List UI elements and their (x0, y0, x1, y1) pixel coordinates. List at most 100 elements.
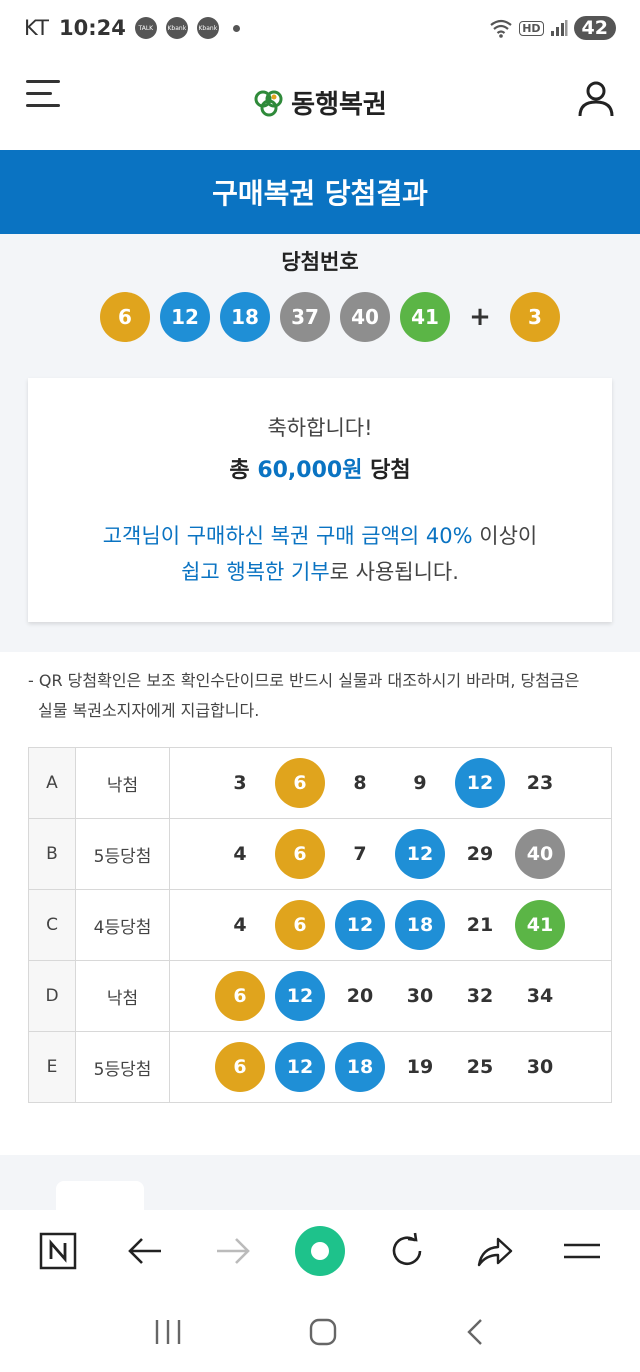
notice-line-1: - QR 당첨확인은 보조 확인수단이므로 반드시 실물과 대조하시기 바라며,… (28, 671, 580, 690)
game-numbers-cell: 6 12 18 19 25 30 (169, 1031, 612, 1103)
status-right: HD 42 (489, 16, 616, 40)
status-bar: KT 10:24 TALK Kbank Kbank HD 42 (0, 0, 640, 56)
page-title: 구매복권 당첨결과 (212, 177, 428, 210)
matched-number-ball: 12 (275, 1042, 325, 1092)
game-number: 3 (233, 772, 247, 794)
game-row: C 4등당첨 4 6 12 18 21 41 (28, 889, 612, 961)
game-result: 낙첨 (75, 960, 170, 1032)
game-number: 21 (466, 914, 494, 936)
result-card: 축하합니다! 총 60,000원 당첨 고객님이 구매하신 복권 구매 금액의 … (28, 378, 612, 622)
game-number: 23 (526, 772, 554, 794)
game-number: 4 (233, 914, 247, 936)
home-icon[interactable] (294, 1226, 345, 1276)
game-row: D 낙첨 6 12 20 30 32 34 (28, 960, 612, 1032)
game-number: 8 (353, 772, 367, 794)
browser-toolbar (0, 1210, 640, 1292)
refresh-icon[interactable] (382, 1226, 432, 1276)
game-result: 낙첨 (75, 747, 170, 819)
hamburger-menu-icon[interactable] (26, 80, 62, 116)
game-result: 5등당첨 (75, 818, 170, 890)
matched-number-ball: 18 (395, 900, 445, 950)
game-number: 9 (413, 772, 427, 794)
donation-highlight-2: 쉽고 행복한 기부 (181, 560, 330, 584)
forward-arrow-icon[interactable] (208, 1226, 258, 1276)
matched-number-ball: 6 (275, 829, 325, 879)
game-number: 30 (526, 1056, 554, 1078)
signal-icon (550, 20, 568, 36)
clover-logo-icon (254, 90, 283, 116)
game-number: 19 (406, 1056, 434, 1078)
game-number: 7 (353, 843, 367, 865)
total-prefix: 총 (229, 458, 250, 483)
game-numbers-cell: 4 6 7 12 29 40 (169, 818, 612, 890)
game-numbers-cell: 6 12 20 30 32 34 (169, 960, 612, 1032)
system-nav-bar (0, 1292, 640, 1372)
app-header: 동행복권 (0, 56, 640, 149)
plus-sign: + (469, 302, 491, 332)
total-amount: 60,000원 (257, 458, 363, 483)
game-number: 25 (466, 1056, 494, 1078)
matched-number-ball: 6 (215, 1042, 265, 1092)
home-circle-icon[interactable] (308, 1317, 338, 1347)
matched-number-ball: 18 (335, 1042, 385, 1092)
donation-rest-1: 이상이 (479, 524, 538, 548)
winning-number-ball: 12 (160, 292, 210, 342)
game-number: 34 (526, 985, 554, 1007)
clock: 10:24 (58, 16, 126, 40)
back-icon[interactable] (463, 1317, 487, 1347)
game-id: A (28, 747, 76, 819)
talk-notification-icon: TALK (134, 17, 157, 39)
recents-icon[interactable] (153, 1318, 183, 1346)
logo-text: 동행복권 (291, 90, 387, 120)
winning-number-ball: 6 (100, 292, 150, 342)
hd-voice-icon: HD (519, 20, 544, 36)
status-left: KT 10:24 TALK Kbank Kbank (24, 16, 240, 40)
games-table: A 낙첨 3 6 8 9 12 23 B 5등당첨 4 6 7 12 29 40 C 4등당첨 4 6 12 18 21 41… (28, 747, 612, 1103)
winning-number-ball: 41 (400, 292, 450, 342)
game-id: C (28, 889, 76, 961)
game-number: 29 (466, 843, 494, 865)
wifi-icon (490, 19, 512, 38)
donation-rest-2: 로 사용됩니다. (329, 560, 459, 584)
matched-number-ball: 41 (515, 900, 565, 950)
game-number: 30 (406, 985, 434, 1007)
app-promo-section (0, 1155, 640, 1221)
winning-numbers-title: 당첨번호 (281, 250, 359, 274)
total-prize: 총 60,000원 당첨 (28, 452, 612, 484)
game-number: 4 (233, 843, 247, 865)
game-result: 5등당첨 (75, 1031, 170, 1103)
naver-icon[interactable] (33, 1226, 83, 1276)
game-numbers-cell: 3 6 8 9 12 23 (169, 747, 612, 819)
matched-number-ball: 12 (335, 900, 385, 950)
carrier-label: KT (24, 16, 49, 40)
notice-line-2: 실물 복권소지자에게 지급합니다. (38, 701, 260, 720)
game-result: 4등당첨 (75, 889, 170, 961)
more-notifications-icon (232, 24, 240, 32)
matched-number-ball: 6 (275, 900, 325, 950)
winning-number-ball: 18 (220, 292, 270, 342)
page-title-banner: 구매복권 당첨결과 (0, 150, 640, 234)
matched-number-ball: 6 (215, 971, 265, 1021)
donation-highlight-1: 고객님이 구매하신 복권 구매 금액의 40% (102, 524, 473, 548)
game-numbers-cell: 4 6 12 18 21 41 (169, 889, 612, 961)
game-number: 32 (466, 985, 494, 1007)
site-logo[interactable]: 동행복권 (253, 84, 387, 121)
share-icon[interactable] (470, 1226, 520, 1276)
game-id: B (28, 818, 76, 890)
back-arrow-icon[interactable] (120, 1226, 170, 1276)
kbank-notification-icon: Kbank (196, 17, 219, 39)
menu-icon[interactable] (557, 1226, 607, 1276)
kbank-notification-icon: Kbank (165, 17, 188, 39)
game-row: A 낙첨 3 6 8 9 12 23 (28, 747, 612, 819)
matched-number-ball: 12 (275, 971, 325, 1021)
matched-number-ball: 12 (395, 829, 445, 879)
winning-numbers: 6 12 18 37 40 41 +3 (100, 292, 560, 342)
donation-text: 고객님이 구매하신 복권 구매 금액의 40% 이상이 쉽고 행복한 기부로 사… (28, 518, 612, 590)
winning-number-ball: 40 (340, 292, 390, 342)
matched-number-ball: 12 (455, 758, 505, 808)
qr-notice: - QR 당첨확인은 보조 확인수단이므로 반드시 실물과 대조하시기 바라며,… (28, 666, 618, 726)
game-id: E (28, 1031, 76, 1103)
matched-number-ball: 40 (515, 829, 565, 879)
battery-indicator: 42 (573, 16, 616, 40)
user-icon[interactable] (576, 78, 616, 118)
